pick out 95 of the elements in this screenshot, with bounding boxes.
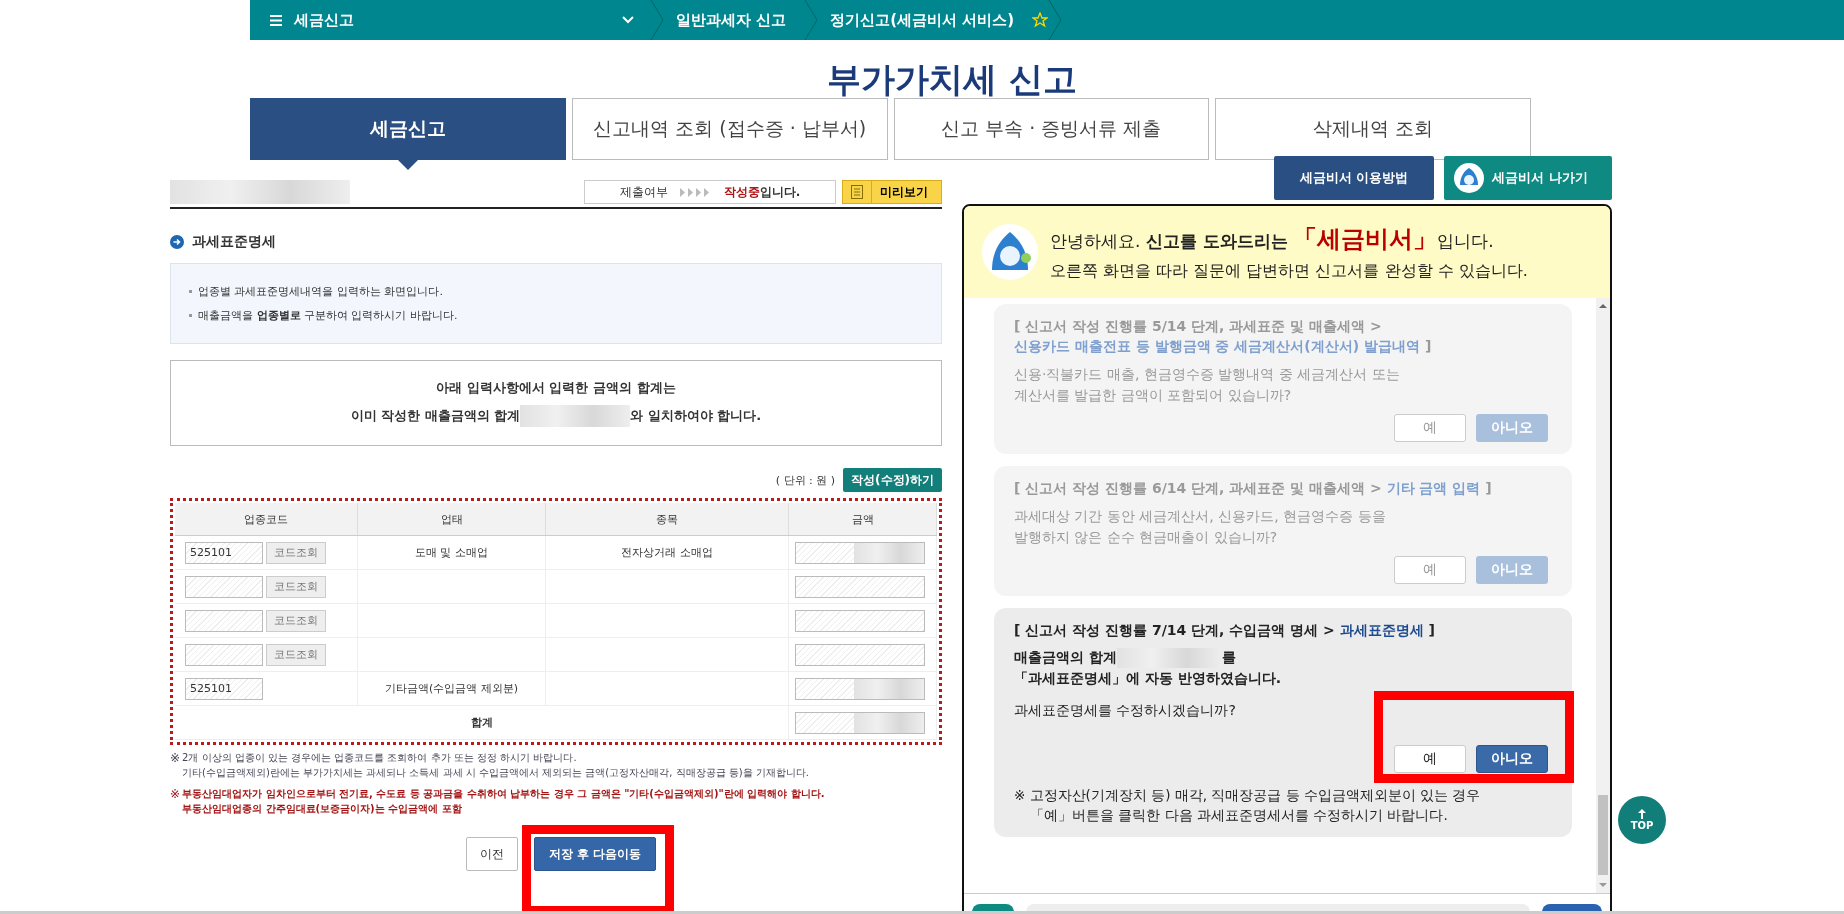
tab[interactable]: 삭제내역 조회 xyxy=(1215,98,1531,160)
yes-button[interactable]: 예 xyxy=(1394,414,1466,442)
code-field[interactable]: 525101 xyxy=(185,541,263,564)
arrows-icon xyxy=(679,187,712,197)
step-header: [ 신고서 작성 진행률 5/14 단계, 과세표준 및 매출세액 > 신용카드 매출전표 등 발행금액 중 세금계산서(계산서) 발급내역 ] xyxy=(1014,317,1433,356)
amount-field[interactable] xyxy=(795,711,925,734)
question-text: 계산서를 발급한 금액이 포함되어 있습니까? xyxy=(1014,386,1293,405)
scroll-up-icon[interactable] xyxy=(1598,302,1608,310)
status-label: 제출여부 xyxy=(619,183,668,201)
star-icon[interactable] xyxy=(1032,12,1049,28)
note-text: 부동산임대업종의 간주임대료(보증금이자)는 수입금액에 포함 xyxy=(182,802,463,815)
arrow-up-icon xyxy=(1638,809,1646,819)
step-link[interactable]: 기타 금액 입력 xyxy=(1386,480,1481,496)
document-icon xyxy=(851,185,863,199)
notice-text: 아래 입력사항에서 입력한 금액의 합계는 xyxy=(436,379,676,397)
total-label: 합계 xyxy=(470,716,493,729)
chevron-separator-icon xyxy=(804,0,819,40)
step-text: 매출금액의 합계 xyxy=(1014,649,1117,667)
redacted-blur xyxy=(854,678,924,699)
step-header: [ 신고서 작성 진행률 6/14 단계, 과세표준 및 매출세액 > 기타 금액 입력 ] xyxy=(1014,479,1493,498)
mascot-icon xyxy=(1454,163,1484,193)
step-link[interactable]: 과세표준명세 xyxy=(1339,622,1424,638)
code-field[interactable] xyxy=(185,643,263,666)
column-header: 업종코드 xyxy=(175,503,358,536)
chevron-separator-icon xyxy=(1048,0,1063,40)
mascot-icon xyxy=(982,224,1038,280)
question-text: 신용·직불카드 매출, 현금영수증 발행내역 중 세금계산서 또는 xyxy=(1014,365,1401,384)
greeting-text: 안녕하세요. 신고를 도와드리는 「세금비서」입니다. xyxy=(1050,223,1495,255)
code-field[interactable] xyxy=(185,575,263,598)
chevron-separator-icon xyxy=(650,0,664,40)
column-header: 업태 xyxy=(357,503,546,536)
chevron-down-icon[interactable] xyxy=(622,16,634,24)
amount-field[interactable] xyxy=(795,609,925,632)
code-field[interactable]: 525101 xyxy=(185,677,263,700)
step-text: 「과세표준명세」에 자동 반영하였습니다. xyxy=(1014,670,1283,688)
note-text: 부동산임대업자가 임차인으로부터 전기료, 수도료 등 공과금을 수취하여 납부하는 경우 그 금액은 "기타(수입금액제외)"란에 입력해야 합니다. xyxy=(182,787,825,800)
amount-field[interactable] xyxy=(795,575,925,598)
redacted-blur xyxy=(854,542,924,563)
scroll-thumb[interactable] xyxy=(1598,795,1608,875)
note-text: 기타(수입금액제외)란에는 부가가치세는 과세되나 소득세 과세 시 수입금액에서 제외되는 금액(고정자산매각, 직매장공급 등)을 기재합니다. xyxy=(182,766,809,779)
amount-field[interactable] xyxy=(795,541,925,564)
step-link[interactable]: 신용카드 매출전표 등 발행금액 중 세금계산서(계산서) 발급내역 xyxy=(1014,338,1421,354)
info-text: 매출금액을 업종별로 구분하여 입력하시기 바랍니다. xyxy=(198,308,458,323)
tab-pointer-icon xyxy=(397,160,418,170)
question-text: 발행하지 않은 순수 현금매출이 있습니까? xyxy=(1014,528,1279,547)
column-header: 종목 xyxy=(545,503,789,536)
notice-text: 이미 작성한 매출금액의 합계 xyxy=(350,407,521,425)
section-title: 과세표준명세 xyxy=(192,233,276,251)
tab[interactable]: 세금신고 xyxy=(250,98,566,160)
edit-button[interactable]: 작성(수정)하기 xyxy=(843,468,942,492)
greeting-text: 오른쪽 화면을 따라 질문에 답변하면 신고서를 완성할 수 있습니다. xyxy=(1050,260,1528,282)
notice-text: 와 일치하여야 합니다. xyxy=(630,407,762,425)
arrow-circle-icon xyxy=(170,235,184,249)
previous-button[interactable]: 이전 xyxy=(466,837,518,871)
note-mark: ※ xyxy=(170,751,181,767)
lookup-button[interactable]: 코드조회 xyxy=(266,575,326,598)
status-text: 작성중입니다. xyxy=(723,183,801,201)
yes-button[interactable]: 예 xyxy=(1394,556,1466,584)
tab[interactable]: 신고 부속 · 증빙서류 제출 xyxy=(893,98,1210,160)
exit-button[interactable]: 세금비서 나가기 xyxy=(1444,156,1612,200)
scroll-down-icon[interactable] xyxy=(1598,881,1608,889)
table-cell: 전자상거래 소매업 xyxy=(621,546,713,559)
yes-button[interactable]: 예 xyxy=(1394,745,1466,773)
question-text: 과세표준명세를 수정하시겠습니까? xyxy=(1014,701,1237,720)
lookup-button[interactable]: 코드조회 xyxy=(266,609,326,632)
note-text: 2개 이상의 업종이 있는 경우에는 업종코드를 조회하여 추가 또는 정정 하시기 바랍니다. xyxy=(182,751,578,764)
save-next-button[interactable]: 저장 후 다음이동 xyxy=(534,837,656,871)
breadcrumb-link[interactable]: 일반과세자 신고 xyxy=(664,10,805,30)
table-cell: 도매 및 소매업 xyxy=(415,546,488,559)
top-button[interactable]: TOP xyxy=(1618,796,1666,844)
scrollbar[interactable] xyxy=(1596,298,1610,893)
step-text: 를 xyxy=(1221,649,1236,667)
table-cell: 기타금액(수입금액 제외분) xyxy=(384,682,519,695)
unit-label: ( 단위 : 원 ) xyxy=(775,472,836,488)
code-field[interactable] xyxy=(185,609,263,632)
menu-label[interactable]: 세금신고 xyxy=(294,10,610,30)
question-text: 과세대상 기간 동안 세금계산서, 신용카드, 현금영수증 등을 xyxy=(1014,507,1387,526)
amount-field[interactable] xyxy=(795,677,925,700)
lookup-button[interactable]: 코드조회 xyxy=(266,643,326,666)
step-header: [ 신고서 작성 진행률 7/14 단계, 수입금액 명세 > 과세표준명세 ] xyxy=(1014,621,1436,640)
page-title: 부가가치세 신고 xyxy=(827,62,1077,96)
tab[interactable]: 신고내역 조회 (접수증 · 납부서) xyxy=(571,98,888,160)
breadcrumb-link[interactable]: 정기신고(세금비서 서비스) xyxy=(818,10,1033,30)
note-mark: ※ xyxy=(170,787,181,803)
preview-button[interactable]: 미리보기 xyxy=(842,180,942,204)
menu-icon[interactable] xyxy=(270,14,282,26)
lookup-button[interactable]: 코드조회 xyxy=(266,541,326,564)
redacted-blur xyxy=(854,712,924,733)
column-header: 금액 xyxy=(788,503,937,536)
note-text: ※ 고정자산(기계장치 등) 매각, 직매장공급 등 수입금액제외분이 있는 경우 xyxy=(1014,786,1482,805)
guide-button[interactable]: 세금비서 이용방법 xyxy=(1274,156,1434,200)
no-button[interactable]: 아니오 xyxy=(1476,745,1548,773)
info-text: 업종별 과세표준명세내역을 입력하는 화면입니다. xyxy=(198,284,443,299)
note-text: 「예」버튼을 클릭한 다음 과세표준명세서를 수정하시기 바랍니다. xyxy=(1029,806,1449,825)
amount-field[interactable] xyxy=(795,643,925,666)
